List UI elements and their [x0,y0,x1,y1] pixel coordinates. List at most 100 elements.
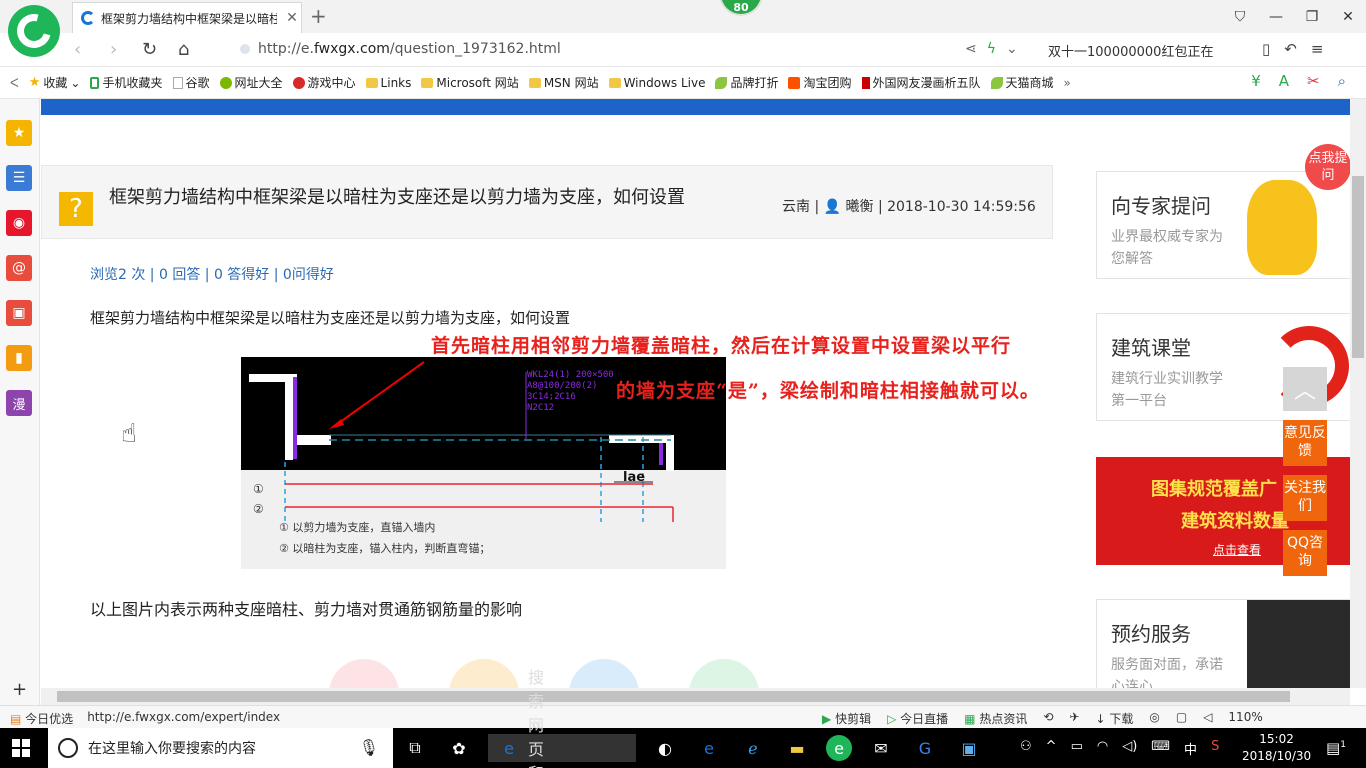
booking-card[interactable]: 预约服务 服务面对面，承诺心连心 [1096,599,1350,688]
bookmark-item[interactable]: MSN 网站 [528,74,599,91]
share-icon[interactable]: ⋖ [965,41,977,57]
bookmark-item[interactable]: ★ 收藏 ⌄ [29,74,81,91]
expert-card[interactable]: 向专家提问 业界最权威专家为您解答 点我提问 [1096,144,1350,279]
bookmark-item[interactable]: 天猫商城 [990,74,1054,91]
file-explorer-icon[interactable]: ▬ [782,733,812,763]
collapse-icon[interactable]: ᐸ [10,76,19,90]
window-icon[interactable]: ▢ [1176,710,1187,727]
card-subtitle: 建筑行业实训教学第一平台 [1111,371,1223,409]
horizontal-scroll-thumb[interactable] [57,691,1290,702]
show-hidden-icon[interactable]: ^ [1046,739,1057,758]
bookmark-item[interactable]: 品牌打折 [715,74,778,91]
sogou-tray-icon[interactable]: S [1211,739,1219,758]
people-icon[interactable]: ⚇ [1020,739,1032,758]
minimize-icon[interactable]: — [1258,0,1294,33]
site-info-icon[interactable] [240,44,250,54]
phone-icon[interactable]: ▯ [1262,40,1270,58]
refresh-status-icon[interactable]: ⟲ [1043,710,1053,727]
restore-icon[interactable]: ❐ [1294,0,1330,33]
browser-logo[interactable] [8,5,60,57]
share-button[interactable] [569,659,639,688]
bookmark-item[interactable]: 谷歌 [172,74,210,91]
score-badge[interactable]: 80 [719,0,763,16]
internet-explorer-icon[interactable]: ℯ [738,733,768,763]
quick-clip-button[interactable]: ▶ 快剪辑 [822,710,871,727]
pin-icon[interactable]: ✈ [1069,710,1079,727]
menu-icon[interactable]: ≡ [1311,40,1324,58]
undo-icon[interactable]: ↶ [1284,40,1297,58]
bookmark-item[interactable]: Windows Live [608,76,705,90]
tab-close-icon[interactable]: ✕ [283,10,301,26]
bookmark-item[interactable]: Links [365,76,411,90]
sogou-icon[interactable]: G [910,733,940,763]
search-icon[interactable]: ⌕ [1338,72,1346,90]
notification-icon[interactable]: ▤1 [1326,739,1346,757]
more-bookmarks-icon[interactable]: » [1064,76,1071,90]
search-input[interactable]: 双十一100000000红包正在 [1048,41,1233,60]
ie-mode-icon[interactable]: ◎ [1149,710,1159,727]
ad-link[interactable]: 点击查看 [1213,541,1261,558]
taskbar-search-input[interactable]: 在这里输入你要搜索的内容 🎙 [48,728,393,768]
store-icon[interactable]: ▣ [954,733,984,763]
volume-icon[interactable]: ◁) [1122,739,1137,758]
scissors-icon[interactable]: ✂ [1307,72,1320,90]
hot-news-button[interactable]: ▦ 热点资讯 [964,710,1027,727]
lightning-icon[interactable]: ϟ [987,41,996,57]
microphone-icon[interactable]: 🎙 [359,738,379,757]
task-view-icon[interactable]: ⧉ [400,733,430,763]
speaker-icon[interactable]: ◁ [1203,710,1212,727]
live-button[interactable]: ▷ 今日直播 [887,710,948,727]
ime-indicator[interactable]: 中 [1184,739,1197,758]
feedback-button[interactable]: 意见反馈 [1283,420,1327,466]
today-picks[interactable]: ▤ 今日优选 [10,710,73,727]
bookmark-item[interactable]: Microsoft 网站 [421,74,519,91]
yuan-icon[interactable]: ¥ [1251,72,1261,90]
like-button[interactable] [329,659,399,688]
fan-icon[interactable]: ✿ [444,733,474,763]
favorites-icon[interactable]: ★ [6,120,32,146]
360-browser-icon[interactable]: e [826,735,852,761]
music-icon[interactable]: ◐ [650,733,680,763]
translate-icon[interactable]: A [1279,72,1289,90]
favorite-button[interactable] [449,659,519,688]
zoom-level[interactable]: 110% [1228,710,1262,727]
ask-bubble[interactable]: 点我提问 [1305,144,1350,190]
clock[interactable]: 15:02 2018/10/30 [1242,731,1311,765]
qq-consult-button[interactable]: QQ咨询 [1283,530,1327,576]
back-to-top-button[interactable]: ︿ [1283,367,1327,411]
edge-icon[interactable]: e [694,733,724,763]
novel-icon[interactable]: ▮ [6,345,32,371]
bookmark-item[interactable]: 手机收藏夹 [90,74,163,91]
up-button[interactable] [689,659,759,688]
forward-icon[interactable]: › [110,39,117,60]
browser-tab[interactable]: 框架剪力墙结构中框架梁是以暗柱 ✕ [72,2,302,33]
back-icon[interactable]: ‹ [74,39,81,60]
home-icon[interactable]: ⌂ [178,39,189,60]
url-field[interactable]: http://e.fwxgx.com/question_1973162.html [240,41,561,57]
vertical-scroll-thumb[interactable] [1352,176,1364,358]
refresh-icon[interactable]: ↻ [142,39,157,60]
new-tab-button[interactable]: + [310,4,327,28]
browser-search-box[interactable]: e搜索网页和文件 [488,668,636,768]
bookmarks-bar: ᐸ ★ 收藏 ⌄ 手机收藏夹 谷歌 网址大全 游戏中心 Links Microso… [0,67,1366,99]
bookmark-item[interactable]: 外国网友漫画析五队 [861,74,981,91]
windows-start-icon[interactable] [12,739,30,757]
keyboard-icon[interactable]: ⌨ [1151,739,1170,758]
bookmark-item[interactable]: 淘宝团购 [788,74,852,91]
shirt-icon[interactable]: ⛉ [1222,0,1258,33]
follow-button[interactable]: 关注我们 [1283,475,1327,521]
weibo-icon[interactable]: ◉ [6,210,32,236]
close-icon[interactable]: ✕ [1330,0,1366,33]
reader-icon[interactable]: ☰ [6,165,32,191]
add-icon[interactable]: + [12,679,27,700]
mail-app-icon[interactable]: ✉ [866,733,896,763]
wifi-icon[interactable]: ◠ [1097,739,1108,758]
chevron-down-icon[interactable]: ⌄ [1006,41,1018,57]
mail-icon[interactable]: @ [6,255,32,281]
comic-icon[interactable]: 漫 [6,390,32,416]
bookmark-item[interactable]: 游戏中心 [292,74,356,91]
download-button[interactable]: ↓ 下载 [1095,710,1133,727]
battery-icon[interactable]: ▭ [1071,739,1083,758]
bookmark-item[interactable]: 网址大全 [219,74,283,91]
game-icon[interactable]: ▣ [6,300,32,326]
